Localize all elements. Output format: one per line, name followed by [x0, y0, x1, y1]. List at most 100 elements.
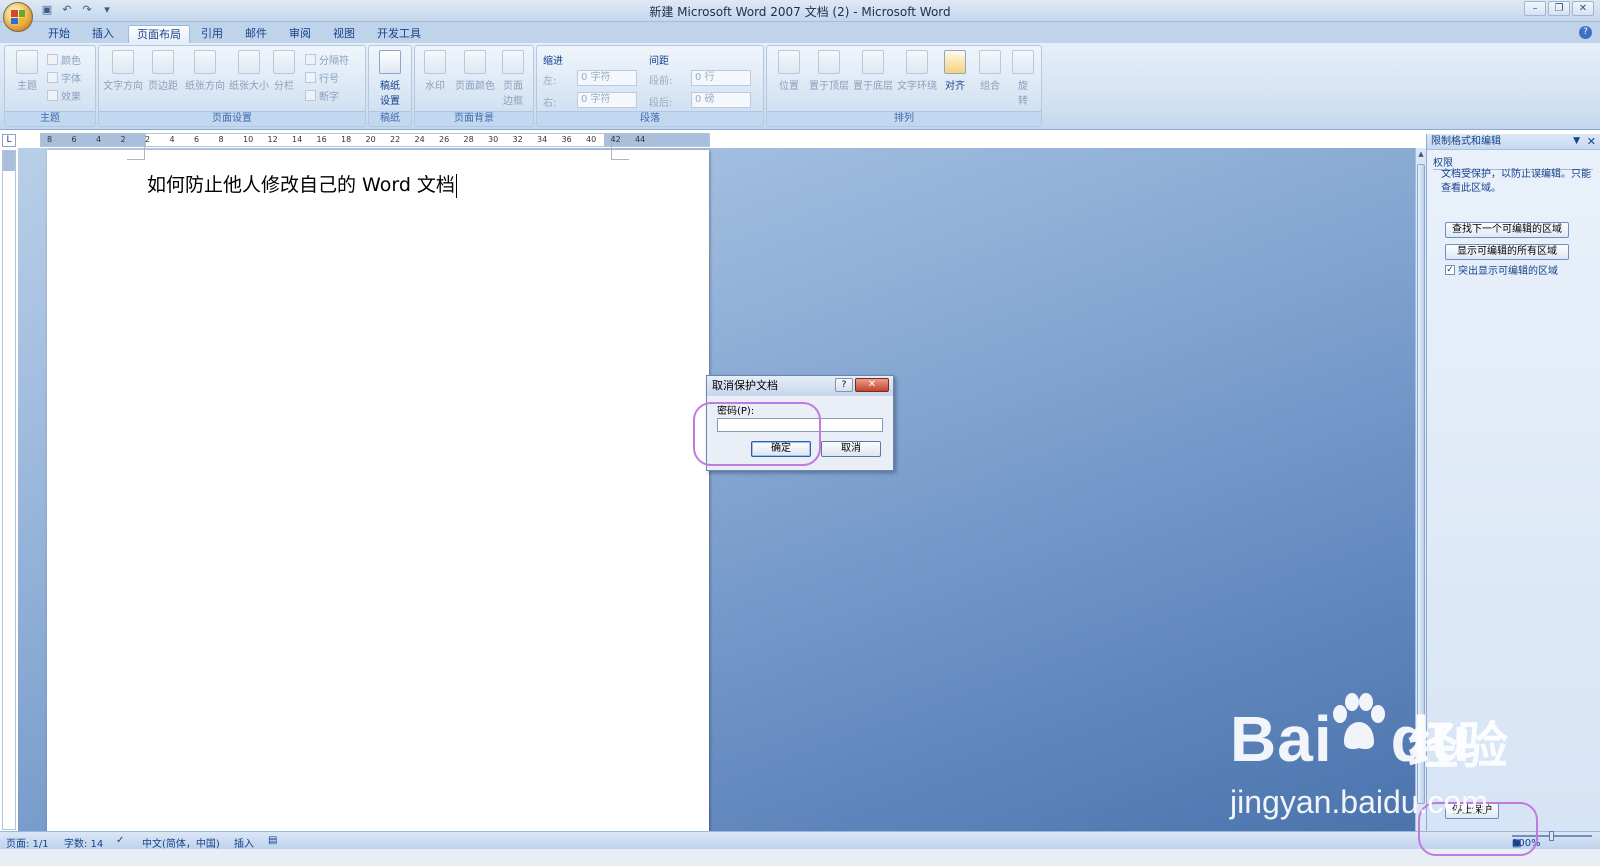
- watermark-button[interactable]: 水印: [415, 50, 455, 92]
- ruler-number: 40: [586, 135, 597, 144]
- orientation-button[interactable]: 纸张方向: [183, 50, 227, 92]
- ruler-number: 22: [390, 135, 401, 144]
- ribbon: 主题 颜色 字体 效果 主题 文字方向 页边距 纸张方向 纸张大小 分栏 分隔符…: [0, 43, 1600, 130]
- hyphenation-button[interactable]: 断字: [305, 88, 339, 103]
- ruler-number: 36: [561, 135, 572, 144]
- bring-to-front-button[interactable]: 置于顶层: [807, 50, 851, 92]
- indent-left-input[interactable]: 0 字符: [577, 70, 637, 86]
- ruler-number: 8: [47, 135, 53, 144]
- pane-close-icon[interactable]: ✕: [1587, 134, 1596, 149]
- send-to-back-button[interactable]: 置于底层: [851, 50, 895, 92]
- ruler-number: 16: [316, 135, 327, 144]
- rotate-button[interactable]: 旋转: [1007, 50, 1039, 107]
- word-count[interactable]: 字数: 14: [64, 835, 103, 850]
- ruler-number: 18: [341, 135, 352, 144]
- dialog-close-button[interactable]: ✕: [855, 378, 889, 392]
- ruler-number: 6: [71, 135, 77, 144]
- theme-fonts-button[interactable]: 字体: [47, 70, 81, 85]
- tab-references[interactable]: 引用: [193, 25, 231, 43]
- colors-icon: [47, 54, 58, 65]
- maximize-button[interactable]: ❐: [1548, 1, 1570, 16]
- language-indicator[interactable]: 中文(简体，中国): [142, 835, 220, 850]
- position-button[interactable]: 位置: [769, 50, 809, 92]
- protection-description: 文档受保护，以防止误编辑。只能查看此区域。: [1441, 169, 1591, 194]
- ruler-number: 2: [120, 135, 126, 144]
- text-wrapping-button[interactable]: 文字环绕: [895, 50, 939, 92]
- manuscript-settings-button[interactable]: 稿纸设置: [370, 50, 410, 107]
- page-color-button[interactable]: 页面颜色: [453, 50, 497, 92]
- ruler-number: 12: [267, 135, 278, 144]
- scroll-up-icon[interactable]: ▲: [1416, 150, 1426, 162]
- columns-icon: [273, 50, 295, 74]
- status-bar: 页面: 1/1 字数: 14 ✓ 中文(简体，中国) 插入 ▤ ▣ ▢ ▤ ≡ …: [0, 831, 1600, 850]
- insert-mode-indicator[interactable]: 插入: [234, 835, 254, 850]
- macro-record-icon[interactable]: ▤: [268, 835, 277, 846]
- checkbox-checked-icon: ✓: [1445, 264, 1455, 275]
- line-numbers-button[interactable]: 行号: [305, 70, 339, 85]
- proofing-icon[interactable]: ✓: [116, 835, 124, 846]
- zoom-slider-knob[interactable]: [1549, 831, 1554, 841]
- tab-insert[interactable]: 插入: [84, 25, 122, 43]
- spacing-after-input[interactable]: 0 磅: [691, 92, 751, 108]
- page-count[interactable]: 页面: 1/1: [6, 835, 49, 850]
- help-icon[interactable]: ?: [1579, 26, 1592, 39]
- themes-icon: [16, 50, 38, 74]
- document-body-text[interactable]: 如何防止他人修改自己的 Word 文档: [147, 170, 457, 198]
- columns-button[interactable]: 分栏: [269, 50, 299, 92]
- cancel-button[interactable]: 取消: [821, 441, 881, 457]
- ruler-number: 34: [537, 135, 548, 144]
- highlight-editable-checkbox[interactable]: ✓ 突出显示可编辑的区域: [1445, 262, 1558, 277]
- minimize-button[interactable]: –: [1524, 1, 1546, 16]
- tab-developer[interactable]: 开发工具: [369, 25, 429, 43]
- group-icon: [979, 50, 1001, 74]
- show-all-editable-button[interactable]: 显示可编辑的所有区域: [1445, 244, 1569, 260]
- margins-icon: [152, 50, 174, 74]
- position-icon: [778, 50, 800, 74]
- manuscript-group-label: 稿纸: [369, 111, 411, 126]
- find-next-editable-button[interactable]: 查找下一个可编辑的区域: [1445, 222, 1569, 238]
- tab-review[interactable]: 审阅: [281, 25, 319, 43]
- indent-right-input[interactable]: 0 字符: [577, 92, 637, 108]
- theme-group: 主题 颜色 字体 效果 主题: [4, 45, 96, 127]
- paragraph-group-label: 段落: [537, 111, 763, 126]
- ruler-number: 2: [145, 135, 151, 144]
- page-color-icon: [464, 50, 486, 74]
- page-corner-mark: [127, 142, 145, 160]
- tab-home[interactable]: 开始: [40, 25, 78, 43]
- align-button[interactable]: 对齐: [937, 50, 973, 92]
- ruler-number: 20: [365, 135, 376, 144]
- text-direction-icon: [112, 50, 134, 74]
- dialog-help-button[interactable]: ?: [835, 378, 853, 392]
- vruler-top-margin: [3, 151, 15, 171]
- window-controls: – ❐ ✕: [1524, 1, 1594, 16]
- margins-button[interactable]: 页边距: [143, 50, 183, 92]
- text-direction-button[interactable]: 文字方向: [101, 50, 145, 92]
- rotate-icon: [1012, 50, 1034, 74]
- page-borders-icon: [502, 50, 524, 74]
- close-button[interactable]: ✕: [1572, 1, 1594, 16]
- vertical-ruler[interactable]: [2, 150, 16, 830]
- ribbon-tabs: 开始 插入 页面布局 引用 邮件 审阅 视图 开发工具 ?: [0, 22, 1600, 43]
- pane-options-icon[interactable]: ▼: [1573, 134, 1580, 149]
- tab-selector[interactable]: L: [2, 134, 16, 147]
- office-button[interactable]: [3, 2, 33, 32]
- spacing-after-label: 段后:: [649, 98, 673, 109]
- tab-mailings[interactable]: 邮件: [237, 25, 275, 43]
- theme-effects-button[interactable]: 效果: [47, 88, 81, 103]
- paw-icon: [1333, 693, 1385, 750]
- spacing-before-input[interactable]: 0 行: [691, 70, 751, 86]
- indent-right-label: 右:: [543, 98, 557, 109]
- tab-view[interactable]: 视图: [325, 25, 363, 43]
- size-button[interactable]: 纸张大小: [227, 50, 271, 92]
- group-button[interactable]: 组合: [973, 50, 1007, 92]
- page-borders-button[interactable]: 页面边框: [497, 50, 529, 107]
- themes-button[interactable]: 主题: [7, 50, 47, 92]
- tab-page-layout[interactable]: 页面布局: [128, 25, 190, 43]
- manuscript-group: 稿纸设置 稿纸: [368, 45, 412, 127]
- breaks-button[interactable]: 分隔符: [305, 52, 349, 67]
- text-wrapping-icon: [906, 50, 928, 74]
- document-page[interactable]: 如何防止他人修改自己的 Word 文档: [47, 142, 709, 831]
- page-background-group: 水印 页面颜色 页面边框 页面背景: [414, 45, 534, 127]
- ruler-number: 14: [292, 135, 303, 144]
- theme-colors-button[interactable]: 颜色: [47, 52, 81, 67]
